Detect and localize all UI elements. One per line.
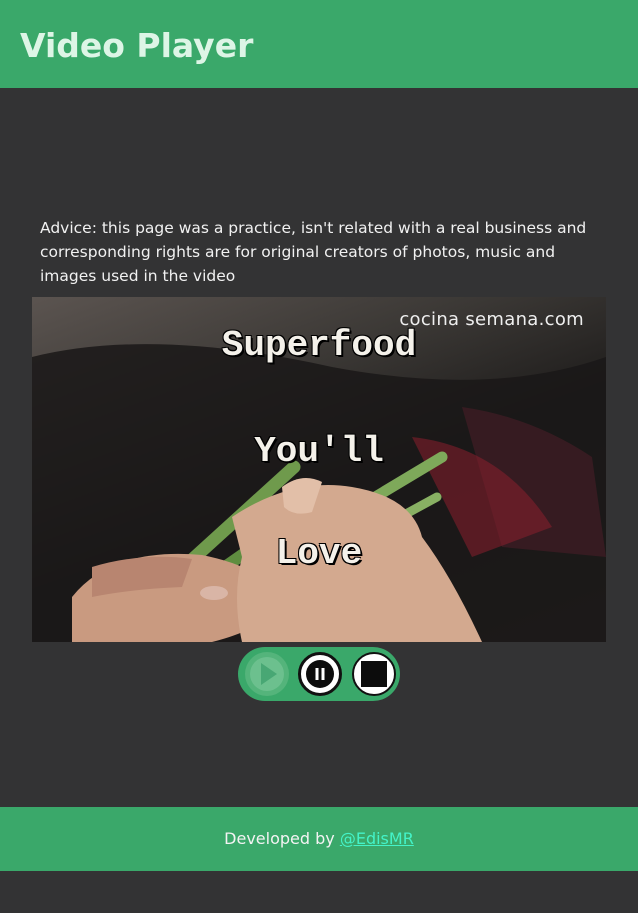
footer-credit: Developed by @EdisMR: [0, 829, 638, 849]
video-controls: [238, 647, 400, 701]
advice-text: Advice: this page was a practice, isn't …: [40, 219, 587, 285]
play-icon: [250, 657, 284, 691]
page-title: Video Player: [20, 26, 254, 65]
credit-prefix: Developed by: [224, 829, 335, 848]
stop-button[interactable]: [352, 652, 396, 696]
app-header: Video Player: [0, 0, 638, 88]
video-caption-line: Love: [275, 533, 363, 574]
video-caption-line: You'll: [254, 431, 384, 472]
video-frame[interactable]: cocina semana.com Superfood You'll Love: [32, 297, 606, 642]
pause-icon: [306, 660, 334, 688]
play-button[interactable]: [245, 652, 289, 696]
pause-button[interactable]: [298, 652, 342, 696]
app-footer: Developed by @EdisMR: [0, 807, 638, 871]
video-caption-line: Superfood: [221, 325, 417, 366]
stop-icon: [361, 661, 387, 687]
author-link[interactable]: @EdisMR: [340, 829, 414, 848]
